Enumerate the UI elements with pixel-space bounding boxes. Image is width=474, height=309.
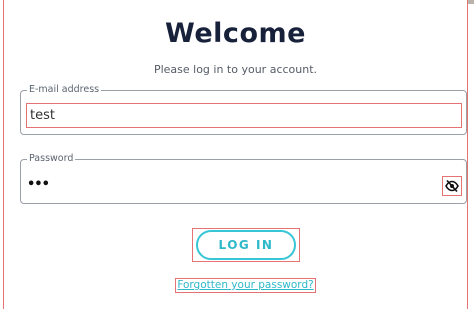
email-input[interactable]: test — [26, 103, 462, 128]
password-input[interactable]: ••• — [27, 177, 50, 192]
email-field: E-mail address test — [20, 85, 467, 135]
page-subtitle: Please log in to your account. — [153, 63, 318, 76]
login-button[interactable]: LOG IN — [192, 228, 300, 262]
eye-slash-icon — [445, 180, 459, 192]
password-label: Password — [29, 153, 74, 164]
forgot-password-link[interactable]: Forgotten your password? — [175, 278, 316, 293]
toggle-password-visibility-button[interactable] — [442, 176, 462, 196]
email-label: E-mail address — [29, 84, 100, 95]
login-button-label: LOG IN — [196, 230, 296, 260]
login-card: Welcome Please log in to your account. E… — [3, 0, 468, 309]
page-title: Welcome — [165, 18, 306, 49]
password-field: Password ••• — [20, 154, 467, 204]
